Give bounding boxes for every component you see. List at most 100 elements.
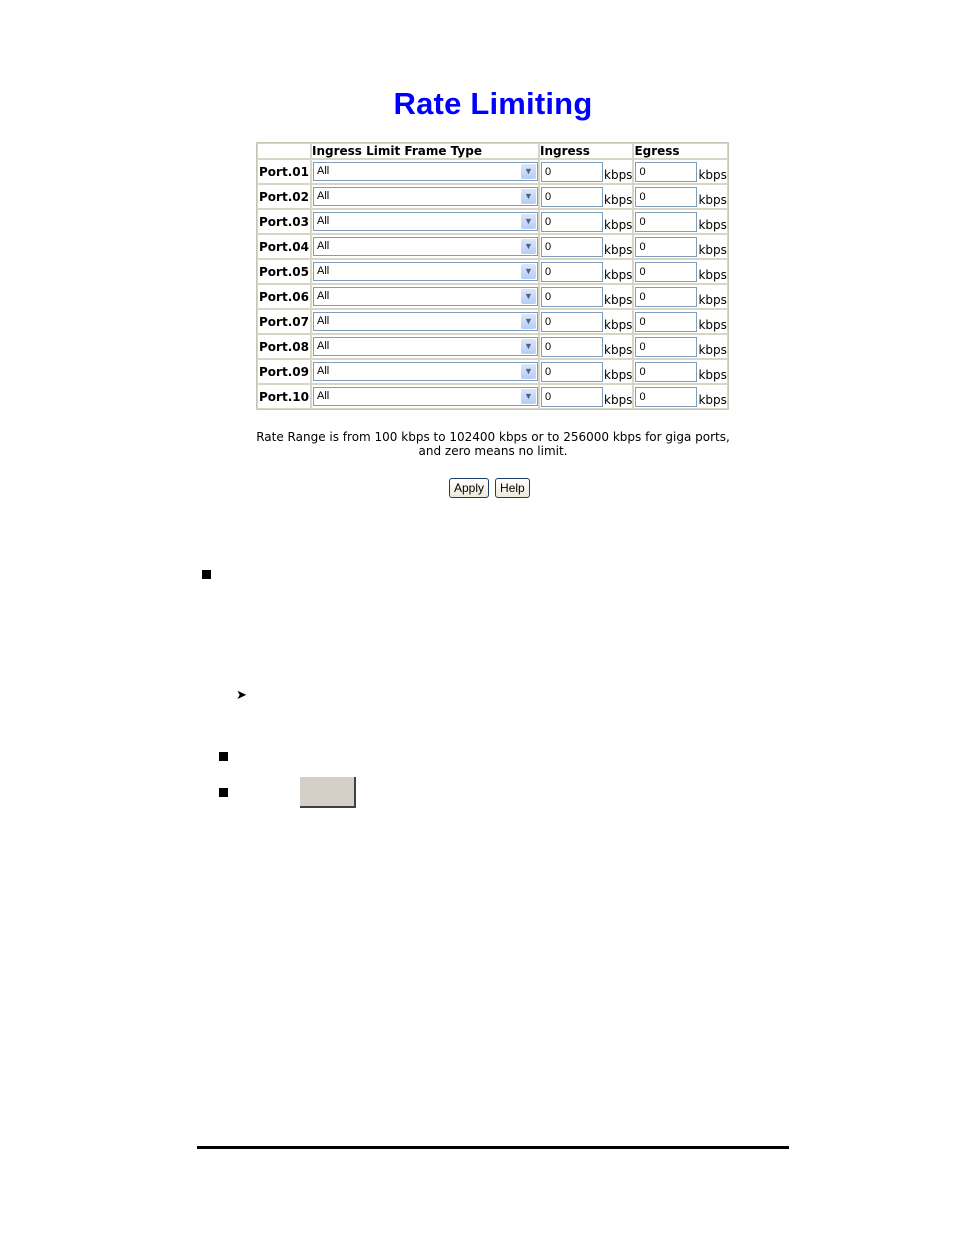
ingress-cell: 0 kbps: [539, 209, 634, 234]
header-egress: Egress: [633, 143, 728, 159]
frame-type-select[interactable]: All ▼: [313, 162, 538, 181]
frame-type-select[interactable]: All ▼: [313, 237, 538, 256]
frame-type-cell: All ▼: [311, 209, 539, 234]
table-row: Port.03 All ▼ 0 kbps 0 kbps: [257, 209, 728, 234]
frame-type-cell: All ▼: [311, 309, 539, 334]
help-button[interactable]: Help: [495, 478, 530, 498]
ingress-input[interactable]: 0: [541, 261, 603, 282]
table-row: Port.01 All ▼ 0 kbps 0 kbps: [257, 159, 728, 184]
ingress-input[interactable]: 0: [541, 386, 603, 407]
apply-button[interactable]: Apply: [449, 478, 490, 498]
egress-input[interactable]: 0: [635, 361, 698, 382]
egress-cell: 0 kbps: [633, 334, 728, 359]
frame-type-select[interactable]: All ▼: [313, 312, 538, 331]
egress-input[interactable]: 0: [635, 311, 698, 332]
egress-unit: kbps: [698, 192, 727, 207]
ingress-cell: 0 kbps: [539, 234, 634, 259]
ingress-unit: kbps: [604, 292, 633, 307]
egress-unit: kbps: [698, 267, 727, 282]
egress-input[interactable]: 0: [635, 161, 698, 182]
frame-type-select[interactable]: All ▼: [313, 337, 538, 356]
chevron-down-icon[interactable]: ▼: [521, 339, 536, 354]
footer-rule: [197, 1146, 789, 1149]
frame-type-cell: All ▼: [311, 184, 539, 209]
egress-input[interactable]: 0: [635, 186, 698, 207]
egress-unit: kbps: [698, 392, 727, 407]
egress-cell: 0 kbps: [633, 309, 728, 334]
square-bullet-icon: [219, 752, 228, 761]
frame-type-value: All: [317, 165, 330, 177]
ingress-unit: kbps: [604, 242, 633, 257]
ingress-input[interactable]: 0: [541, 186, 603, 207]
frame-type-cell: All ▼: [311, 334, 539, 359]
frame-type-cell: All ▼: [311, 284, 539, 309]
frame-type-select[interactable]: All ▼: [313, 187, 538, 206]
ingress-unit: kbps: [604, 367, 633, 382]
egress-input[interactable]: 0: [635, 261, 698, 282]
table-row: Port.09 All ▼ 0 kbps 0 kbps: [257, 359, 728, 384]
table-row: Port.07 All ▼ 0 kbps 0 kbps: [257, 309, 728, 334]
egress-input[interactable]: 0: [635, 386, 698, 407]
egress-cell: 0 kbps: [633, 209, 728, 234]
table-row: Port.05 All ▼ 0 kbps 0 kbps: [257, 259, 728, 284]
chevron-down-icon[interactable]: ▼: [521, 364, 536, 379]
egress-input[interactable]: 0: [635, 211, 698, 232]
frame-type-select[interactable]: All ▼: [313, 362, 538, 381]
frame-type-select[interactable]: All ▼: [313, 287, 538, 306]
frame-type-value: All: [317, 365, 330, 377]
egress-input[interactable]: 0: [635, 236, 698, 257]
rate-range-note: Rate Range is from 100 kbps to 102400 kb…: [0, 430, 954, 458]
ingress-cell: 0 kbps: [539, 384, 634, 409]
frame-type-cell: All ▼: [311, 259, 539, 284]
egress-input[interactable]: 0: [635, 336, 698, 357]
ingress-unit: kbps: [604, 267, 633, 282]
egress-cell: 0 kbps: [633, 159, 728, 184]
table-row: Port.10 All ▼ 0 kbps 0 kbps: [257, 384, 728, 409]
port-label: Port.05: [257, 259, 311, 284]
egress-cell: 0 kbps: [633, 184, 728, 209]
ingress-input[interactable]: 0: [541, 236, 603, 257]
egress-unit: kbps: [698, 317, 727, 332]
ingress-unit: kbps: [604, 342, 633, 357]
chevron-down-icon[interactable]: ▼: [521, 289, 536, 304]
egress-cell: 0 kbps: [633, 234, 728, 259]
port-label: Port.07: [257, 309, 311, 334]
port-label: Port.03: [257, 209, 311, 234]
ingress-input[interactable]: 0: [541, 311, 603, 332]
frame-type-select[interactable]: All ▼: [313, 212, 538, 231]
chevron-down-icon[interactable]: ▼: [521, 389, 536, 404]
egress-cell: 0 kbps: [633, 284, 728, 309]
ingress-cell: 0 kbps: [539, 309, 634, 334]
ingress-input[interactable]: 0: [541, 286, 603, 307]
table-header-row: Ingress Limit Frame Type Ingress Egress: [257, 143, 728, 159]
egress-unit: kbps: [698, 342, 727, 357]
ingress-unit: kbps: [604, 392, 633, 407]
note-line-1: Rate Range is from 100 kbps to 102400 kb…: [256, 430, 730, 444]
chevron-down-icon[interactable]: ▼: [521, 164, 536, 179]
egress-unit: kbps: [698, 367, 727, 382]
header-port: [257, 143, 311, 159]
ingress-input[interactable]: 0: [541, 336, 603, 357]
frame-type-select[interactable]: All ▼: [313, 387, 538, 406]
chevron-down-icon[interactable]: ▼: [521, 214, 536, 229]
ingress-input[interactable]: 0: [541, 161, 603, 182]
table-row: Port.02 All ▼ 0 kbps 0 kbps: [257, 184, 728, 209]
ingress-unit: kbps: [604, 317, 633, 332]
frame-type-cell: All ▼: [311, 384, 539, 409]
frame-type-value: All: [317, 315, 330, 327]
ingress-unit: kbps: [604, 217, 633, 232]
chevron-down-icon[interactable]: ▼: [521, 264, 536, 279]
ingress-input[interactable]: 0: [541, 361, 603, 382]
chevron-down-icon[interactable]: ▼: [521, 239, 536, 254]
frame-type-value: All: [317, 190, 330, 202]
rate-limiting-table: Ingress Limit Frame Type Ingress Egress …: [256, 142, 729, 410]
chevron-down-icon[interactable]: ▼: [521, 314, 536, 329]
frame-type-select[interactable]: All ▼: [313, 262, 538, 281]
port-label: Port.06: [257, 284, 311, 309]
egress-input[interactable]: 0: [635, 286, 698, 307]
ingress-unit: kbps: [604, 167, 633, 182]
frame-type-value: All: [317, 240, 330, 252]
ingress-input[interactable]: 0: [541, 211, 603, 232]
chevron-down-icon[interactable]: ▼: [521, 189, 536, 204]
button-bar: Apply Help: [449, 478, 530, 498]
